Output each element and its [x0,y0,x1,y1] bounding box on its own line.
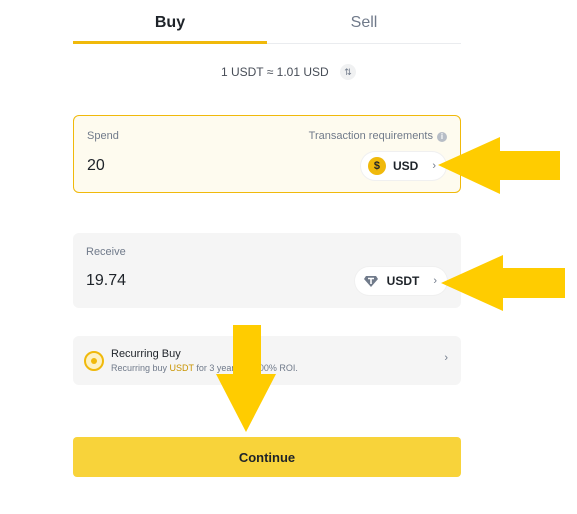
recurring-subtitle-coin: USDT [169,363,194,373]
spend-amount-input[interactable] [87,154,287,178]
active-tab-indicator [73,41,267,44]
recurring-buy-banner[interactable]: Recurring Buy Recurring buy USDT for 3 y… [73,336,461,385]
spend-currency-selector[interactable]: $ USD › [360,152,446,180]
buy-sell-tabs: Buy Sell [73,0,461,44]
tab-sell[interactable]: Sell [267,0,461,44]
chevron-right-icon: › [433,275,437,287]
transaction-requirements-link[interactable]: Transaction requirements i [309,130,447,142]
dollar-coin-icon: $ [367,157,386,175]
spend-label: Spend [87,130,119,142]
recurring-buy-subtitle: Recurring buy USDT for 3 years to 0.00% … [111,363,298,373]
receive-card: Receive USDT › [73,233,461,308]
recurring-subtitle-text: Recurring buy [111,363,170,373]
continue-button[interactable]: Continue [73,437,461,477]
spend-card: Spend Transaction requirements i $ USD › [73,115,461,193]
recurring-buy-title: Recurring Buy [111,348,181,360]
recurring-buy-icon [84,351,104,371]
chevron-right-icon: › [432,160,436,172]
chevron-right-icon: › [444,352,448,364]
receive-amount-input[interactable] [86,269,286,293]
recurring-subtitle-text-end: for 3 years to 0.00% ROI. [193,363,298,373]
receive-currency-selector[interactable]: USDT › [354,267,447,295]
spend-currency-code: USD [392,159,419,173]
transaction-requirements-label: Transaction requirements [308,130,433,142]
receive-currency-code: USDT [386,274,420,288]
tab-buy[interactable]: Buy [73,0,267,44]
tether-coin-icon [361,272,380,290]
exchange-rate-text: 1 USDT ≈ 1.01 USD [220,65,329,79]
swap-icon[interactable]: ⇅ [340,64,357,80]
info-icon: i [437,132,447,142]
exchange-rate: 1 USDT ≈ 1.01 USD ⇅ [0,64,577,80]
receive-label: Receive [86,246,126,258]
